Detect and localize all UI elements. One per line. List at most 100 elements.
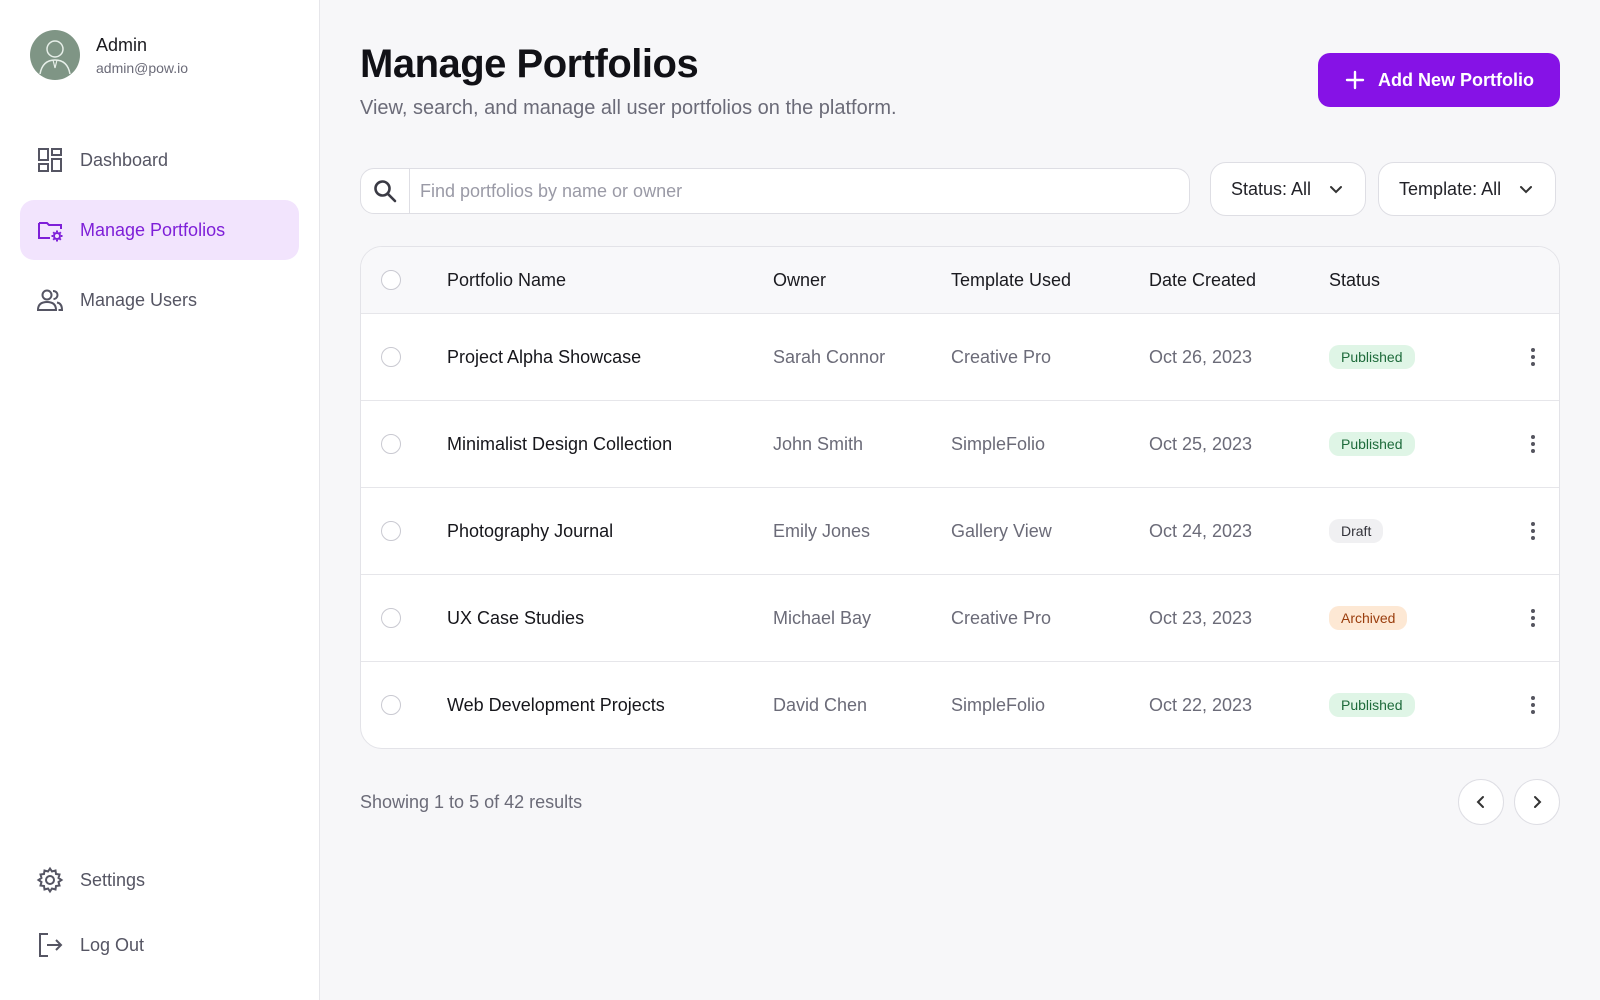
status-badge: Published xyxy=(1329,432,1415,456)
more-vertical-icon xyxy=(1531,435,1535,453)
search-input[interactable] xyxy=(409,180,1189,202)
portfolios-table: Portfolio Name Owner Template Used Date … xyxy=(360,246,1560,749)
table-row[interactable]: Project Alpha Showcase Sarah Connor Crea… xyxy=(361,313,1559,400)
template-name: SimpleFolio xyxy=(951,433,1046,454)
plus-icon xyxy=(1345,70,1365,90)
search-icon xyxy=(374,180,397,203)
column-header-portfolio-name[interactable]: Portfolio Name xyxy=(447,270,773,291)
sidebar-item-label: Manage Users xyxy=(80,289,198,310)
owner-name: Michael Bay xyxy=(773,607,872,628)
date-created: Oct 26, 2023 xyxy=(1149,346,1253,367)
portfolio-name[interactable]: UX Case Studies xyxy=(447,608,773,629)
more-vertical-icon xyxy=(1531,348,1535,366)
template-name: Creative Pro xyxy=(951,607,1052,628)
user-name: Admin xyxy=(96,34,148,55)
table-row[interactable]: Photography Journal Emily Jones Gallery … xyxy=(361,487,1559,574)
sidebar-bottom: Settings Log Out xyxy=(20,850,299,980)
status-badge: Archived xyxy=(1329,606,1408,630)
status-badge: Published xyxy=(1329,693,1415,717)
sidebar-item-label: Manage Portfolios xyxy=(80,219,226,240)
template-name: SimpleFolio xyxy=(951,694,1046,715)
row-checkbox[interactable] xyxy=(381,347,401,367)
next-page-button[interactable] xyxy=(1514,779,1560,825)
template-filter-dropdown[interactable]: Template: All xyxy=(1378,162,1557,216)
sidebar-item-logout[interactable]: Log Out xyxy=(20,915,299,975)
status-badge: Draft xyxy=(1329,519,1384,543)
owner-name: Emily Jones xyxy=(773,520,871,541)
sidebar-item-dashboard[interactable]: Dashboard xyxy=(20,130,299,190)
row-actions-menu[interactable] xyxy=(1505,433,1559,455)
avatar xyxy=(30,30,80,80)
portfolio-name[interactable]: Web Development Projects xyxy=(447,695,773,716)
sidebar-item-manage-users[interactable]: Manage Users xyxy=(20,270,299,330)
portfolio-name[interactable]: Project Alpha Showcase xyxy=(447,347,773,368)
column-header-template[interactable]: Template Used xyxy=(951,270,1149,291)
users-icon xyxy=(36,289,64,311)
select-all-checkbox[interactable] xyxy=(381,270,401,290)
portfolio-name[interactable]: Minimalist Design Collection xyxy=(447,434,773,455)
date-created: Oct 24, 2023 xyxy=(1149,520,1253,541)
owner-name: Sarah Connor xyxy=(773,346,886,367)
sidebar-item-manage-portfolios[interactable]: Manage Portfolios xyxy=(20,200,299,260)
table-header-row: Portfolio Name Owner Template Used Date … xyxy=(361,247,1559,313)
table-row[interactable]: Minimalist Design Collection John Smith … xyxy=(361,400,1559,487)
row-checkbox[interactable] xyxy=(381,521,401,541)
owner-name: David Chen xyxy=(773,694,868,715)
gear-icon xyxy=(36,866,64,894)
folder-settings-icon xyxy=(38,222,63,242)
row-actions-menu[interactable] xyxy=(1505,346,1559,368)
row-actions-menu[interactable] xyxy=(1505,520,1559,542)
more-vertical-icon xyxy=(1531,609,1535,627)
column-header-owner[interactable]: Owner xyxy=(773,270,951,291)
results-summary: Showing 1 to 5 of 42 results xyxy=(360,791,583,812)
status-badge: Published xyxy=(1329,345,1415,369)
chevron-down-icon xyxy=(1330,186,1343,194)
dashboard-icon xyxy=(38,148,62,172)
row-actions-menu[interactable] xyxy=(1505,694,1559,716)
search-box xyxy=(360,168,1190,214)
search-icon-wrap xyxy=(361,169,410,213)
row-checkbox[interactable] xyxy=(381,608,401,628)
pagination xyxy=(1458,779,1560,825)
template-name: Gallery View xyxy=(951,520,1052,541)
user-email: admin@pow.io xyxy=(96,59,189,76)
row-checkbox[interactable] xyxy=(381,695,401,715)
sidebar-item-label: Dashboard xyxy=(80,149,169,170)
add-new-portfolio-button[interactable]: Add New Portfolio xyxy=(1318,53,1560,107)
sidebar-item-label: Log Out xyxy=(80,934,145,955)
filter-toolbar: Status: All Template: All xyxy=(360,162,1560,216)
portfolio-name[interactable]: Photography Journal xyxy=(447,521,773,542)
date-created: Oct 25, 2023 xyxy=(1149,433,1253,454)
column-header-date-created[interactable]: Date Created xyxy=(1149,270,1329,291)
logout-icon xyxy=(39,933,63,957)
table-footer: Showing 1 to 5 of 42 results xyxy=(360,779,1560,825)
row-actions-menu[interactable] xyxy=(1505,607,1559,629)
sidebar-item-label: Settings xyxy=(80,869,146,890)
add-button-label: Add New Portfolio xyxy=(1378,69,1534,90)
page-subtitle: View, search, and manage all user portfo… xyxy=(360,97,897,119)
table-row[interactable]: UX Case Studies Michael Bay Creative Pro… xyxy=(361,574,1559,661)
status-filter-dropdown[interactable]: Status: All xyxy=(1210,162,1367,216)
chevron-right-icon xyxy=(1534,796,1542,808)
template-name: Creative Pro xyxy=(951,346,1052,367)
date-created: Oct 22, 2023 xyxy=(1149,694,1253,715)
user-profile[interactable]: Admin admin@pow.io xyxy=(20,30,299,80)
sidebar: Admin admin@pow.io Dashboard Manage Port… xyxy=(0,0,320,1000)
sidebar-item-settings[interactable]: Settings xyxy=(20,850,299,910)
owner-name: John Smith xyxy=(773,433,864,454)
chevron-left-icon xyxy=(1476,796,1484,808)
status-filter-label: Status: All xyxy=(1231,178,1312,199)
row-checkbox[interactable] xyxy=(381,434,401,454)
column-header-status[interactable]: Status xyxy=(1329,270,1505,291)
sidebar-nav: Dashboard Manage Portfolios Manage Users xyxy=(20,130,299,330)
date-created: Oct 23, 2023 xyxy=(1149,607,1253,628)
main-content: Manage Portfolios View, search, and mana… xyxy=(320,0,1600,1000)
page-header: Manage Portfolios View, search, and mana… xyxy=(360,38,1560,120)
table-row[interactable]: Web Development Projects David Chen Simp… xyxy=(361,661,1559,748)
chevron-down-icon xyxy=(1520,186,1533,194)
more-vertical-icon xyxy=(1531,696,1535,714)
template-filter-label: Template: All xyxy=(1399,178,1502,199)
page-title: Manage Portfolios xyxy=(360,42,699,86)
previous-page-button[interactable] xyxy=(1458,779,1504,825)
more-vertical-icon xyxy=(1531,522,1535,540)
